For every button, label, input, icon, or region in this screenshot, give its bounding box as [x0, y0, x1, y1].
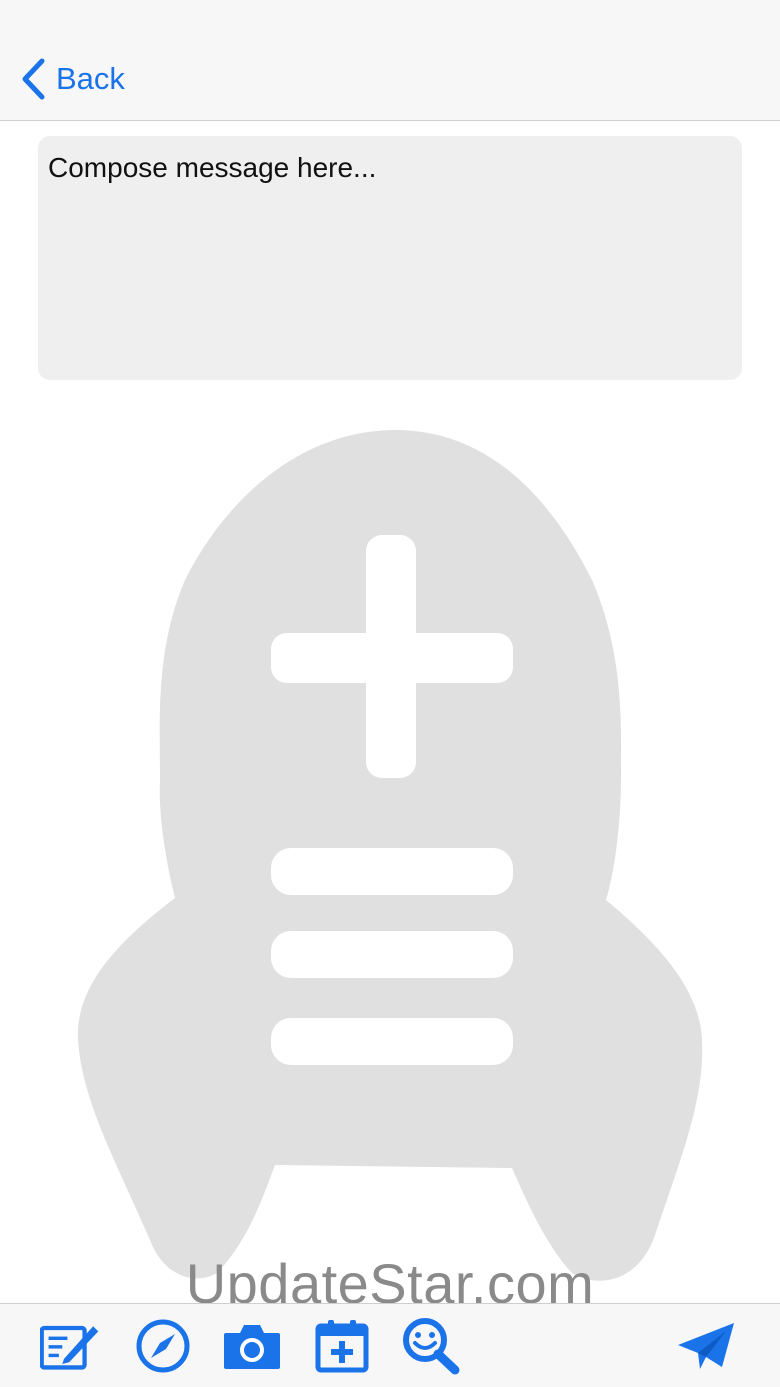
- back-button[interactable]: Back: [20, 56, 125, 102]
- bottom-toolbar: [0, 1303, 780, 1387]
- camera-button[interactable]: [222, 1318, 282, 1374]
- app-window: Back UpdateStar.com: [0, 0, 780, 1387]
- emoji-search-button[interactable]: [401, 1318, 461, 1375]
- compass-button[interactable]: [133, 1318, 193, 1374]
- compose-message-input[interactable]: [38, 136, 742, 380]
- edit-note-icon: [40, 1325, 99, 1370]
- add-event-button[interactable]: [312, 1318, 372, 1374]
- compose-note-button[interactable]: [40, 1318, 100, 1374]
- send-icon: [678, 1323, 734, 1369]
- compass-icon: [136, 1319, 190, 1373]
- send-button[interactable]: [676, 1318, 736, 1374]
- emoji-search-icon: [403, 1318, 460, 1375]
- rocket-placeholder-icon: [77, 430, 703, 1281]
- navigation-bar: Back: [0, 0, 780, 121]
- camera-icon: [224, 1325, 280, 1369]
- back-label: Back: [56, 61, 125, 96]
- calendar-add-icon: [315, 1320, 369, 1373]
- chevron-left-icon: [22, 58, 45, 100]
